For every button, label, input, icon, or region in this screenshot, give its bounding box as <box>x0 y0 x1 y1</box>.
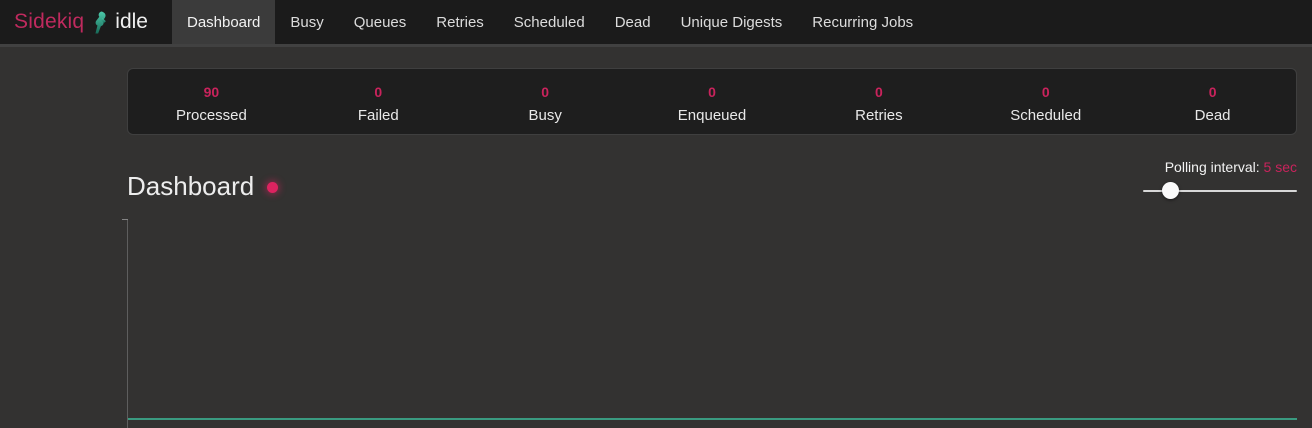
y-axis-tick <box>122 219 128 220</box>
stat-scheduled-value: 0 <box>962 85 1129 99</box>
stat-busy-value: 0 <box>462 85 629 99</box>
process-status: idle <box>115 10 148 34</box>
stat-failed[interactable]: 0 Failed <box>295 69 462 134</box>
nav-item-busy[interactable]: Busy <box>275 0 338 44</box>
stat-scheduled-label: Scheduled <box>962 107 1129 124</box>
stats-summary-bar: 90 Processed 0 Failed 0 Busy 0 Enqueued … <box>127 68 1297 135</box>
nav-item-unique-digests[interactable]: Unique Digests <box>666 0 798 44</box>
slider-thumb[interactable] <box>1162 182 1179 199</box>
nav-item-queues[interactable]: Queues <box>339 0 422 44</box>
stat-dead-label: Dead <box>1129 107 1296 124</box>
stat-retries[interactable]: 0 Retries <box>795 69 962 134</box>
stat-processed[interactable]: 90 Processed <box>128 69 295 134</box>
brand-name: Sidekiq <box>14 10 84 34</box>
nav-item-scheduled[interactable]: Scheduled <box>499 0 600 44</box>
stat-enqueued[interactable]: 0 Enqueued <box>629 69 796 134</box>
polling-interval-control: Polling interval: 5 sec <box>1097 159 1297 200</box>
page-title: Dashboard <box>127 171 254 202</box>
sidekiq-character-icon <box>91 10 108 35</box>
stat-busy-label: Busy <box>462 107 629 124</box>
polling-interval-text: Polling interval: <box>1165 159 1264 175</box>
polling-interval-slider[interactable] <box>1143 182 1297 200</box>
stat-processed-label: Processed <box>128 107 295 124</box>
live-beacon-dot <box>267 182 278 193</box>
realtime-graph <box>127 219 1297 428</box>
stat-enqueued-label: Enqueued <box>629 107 796 124</box>
polling-interval-value: 5 sec <box>1264 159 1297 175</box>
stat-retries-label: Retries <box>795 107 962 124</box>
page-content: 90 Processed 0 Failed 0 Busy 0 Enqueued … <box>127 68 1297 428</box>
stat-processed-value: 90 <box>128 85 295 99</box>
top-navbar: Sidekiq idle Dashboard Busy Queues Retri… <box>0 0 1312 47</box>
stat-failed-label: Failed <box>295 107 462 124</box>
brand-link[interactable]: Sidekiq idle <box>0 0 160 44</box>
stat-dead[interactable]: 0 Dead <box>1129 69 1296 134</box>
stat-enqueued-value: 0 <box>629 85 796 99</box>
graph-flat-line <box>128 418 1297 420</box>
nav-item-dashboard[interactable]: Dashboard <box>172 0 275 44</box>
stat-failed-value: 0 <box>295 85 462 99</box>
nav-item-retries[interactable]: Retries <box>421 0 499 44</box>
nav-item-recurring-jobs[interactable]: Recurring Jobs <box>797 0 928 44</box>
dashboard-header-row: Dashboard Polling interval: 5 sec <box>127 159 1297 205</box>
stat-scheduled[interactable]: 0 Scheduled <box>962 69 1129 134</box>
stat-retries-value: 0 <box>795 85 962 99</box>
stat-dead-value: 0 <box>1129 85 1296 99</box>
stat-busy[interactable]: 0 Busy <box>462 69 629 134</box>
nav-item-dead[interactable]: Dead <box>600 0 666 44</box>
polling-interval-label: Polling interval: 5 sec <box>1097 159 1297 176</box>
main-nav: Dashboard Busy Queues Retries Scheduled … <box>172 0 928 44</box>
